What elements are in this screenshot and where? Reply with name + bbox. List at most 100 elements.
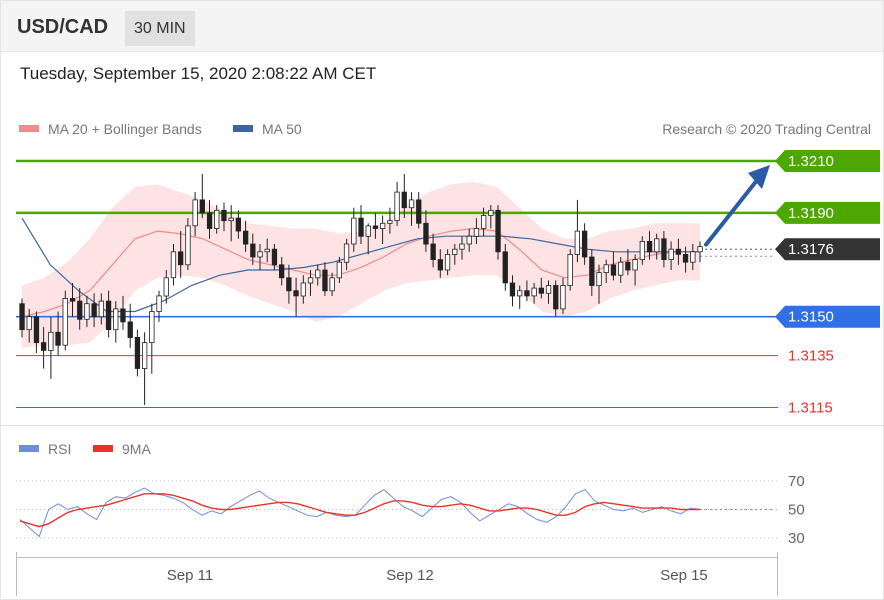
x-tick-label: Sep 11 <box>167 567 213 584</box>
x-axis: Sep 11 Sep 12 Sep 15 <box>16 552 778 596</box>
candle <box>495 205 501 260</box>
candle-body <box>19 303 25 331</box>
level-label: 1.3190 <box>775 201 880 224</box>
candle-body <box>473 228 480 237</box>
candle <box>62 290 68 351</box>
candle-body <box>480 215 487 229</box>
candle-body <box>589 256 595 286</box>
candle-body <box>379 222 386 229</box>
candle-body <box>41 342 47 351</box>
ma20-legend-label: MA 20 + Bollinger Bands <box>48 121 202 137</box>
level-labels: 1.3210 1.3190 1.3176 1.3150 1.3135 1.3115 <box>775 150 880 417</box>
candle-body <box>459 243 465 250</box>
candle-body <box>408 199 415 209</box>
price-chart-svg: 1.3210 1.3190 1.3176 1.3150 1.3135 1.3115 MA … <box>0 121 884 596</box>
candle <box>127 303 133 348</box>
candle-body <box>690 251 696 263</box>
candle-body <box>437 259 444 271</box>
candle-body <box>336 261 343 279</box>
candle-body <box>517 290 523 297</box>
candle-body <box>228 217 234 222</box>
candle-body <box>322 269 328 292</box>
candle-body <box>351 217 357 245</box>
candle-body <box>372 225 379 229</box>
candle-body <box>257 251 263 258</box>
candle-body <box>625 261 631 271</box>
candle-body <box>387 220 393 224</box>
candle-body <box>300 282 307 297</box>
candle-body <box>675 248 681 255</box>
x-tick-label: Sep 12 <box>386 567 434 584</box>
candle-body <box>26 316 32 331</box>
x-tick-label: Sep 15 <box>660 567 708 584</box>
candle <box>185 218 191 270</box>
candle-body <box>55 331 61 346</box>
candle-body <box>221 209 227 222</box>
candle-body <box>661 238 667 261</box>
candle-body <box>278 264 285 279</box>
candle-body <box>343 243 350 263</box>
rsi-ma-legend-label: 9MA <box>122 441 151 457</box>
candle-body <box>509 282 516 297</box>
candle-body <box>423 222 429 245</box>
candle-body <box>199 199 206 214</box>
candle-body <box>48 331 54 351</box>
candle-body <box>33 316 40 344</box>
candle-body <box>697 246 703 253</box>
candle-body <box>488 209 494 216</box>
candle-body <box>582 230 588 258</box>
candle-body <box>632 259 638 271</box>
candle <box>199 174 206 219</box>
candle-body <box>329 277 335 292</box>
candle-body <box>141 342 148 369</box>
rsi-ma-legend-swatch <box>93 445 113 452</box>
candle-body <box>235 217 242 232</box>
candle <box>141 332 148 405</box>
candle-body <box>654 238 660 253</box>
candle-body <box>466 235 472 245</box>
candle-body <box>134 336 141 369</box>
rsi-legend-label: RSI <box>48 441 71 457</box>
candle-body <box>84 303 90 320</box>
candle-body <box>646 240 653 253</box>
ma50-legend-label: MA 50 <box>262 121 302 137</box>
candle-body <box>524 290 530 297</box>
candle-body <box>452 248 458 255</box>
rsi-line <box>19 487 701 538</box>
level-label-text: 1.3135 <box>788 348 834 365</box>
rsi-legend: RSI 9MA <box>19 441 151 457</box>
candle-body <box>560 285 566 310</box>
rsi-tick-label: 50 <box>788 502 805 519</box>
candle-body <box>242 230 249 245</box>
forecast-arrow-icon <box>704 165 770 247</box>
candle-body <box>639 240 645 260</box>
candle-body <box>170 251 177 279</box>
candle-body <box>185 225 191 266</box>
candle <box>574 199 580 263</box>
level-label-text: 1.3176 <box>788 241 834 258</box>
candle <box>394 181 400 226</box>
candle-body <box>365 225 371 237</box>
candle-body <box>315 269 321 279</box>
candle-body <box>149 311 155 344</box>
main-legend: MA 20 + Bollinger Bands MA 50 Research ©… <box>19 121 871 137</box>
candle-body <box>214 209 220 229</box>
level-label-text: 1.3210 <box>788 153 834 170</box>
candle-body <box>163 277 169 297</box>
candle-body <box>62 298 68 346</box>
ma20-legend-swatch <box>19 125 39 132</box>
level-label-text: 1.3190 <box>788 205 834 222</box>
candle-body <box>682 253 689 263</box>
candle <box>149 303 155 374</box>
level-label: 1.3210 <box>775 150 880 172</box>
candle-body <box>430 243 436 261</box>
candle-body <box>264 248 270 253</box>
candle-body <box>307 277 314 284</box>
level-label: 1.3115 <box>788 400 833 417</box>
candle <box>33 311 40 353</box>
candle-body <box>91 303 97 318</box>
candle-body <box>545 285 552 294</box>
candle-body <box>127 321 133 338</box>
candle-body <box>668 248 674 260</box>
candle-body <box>271 248 278 266</box>
